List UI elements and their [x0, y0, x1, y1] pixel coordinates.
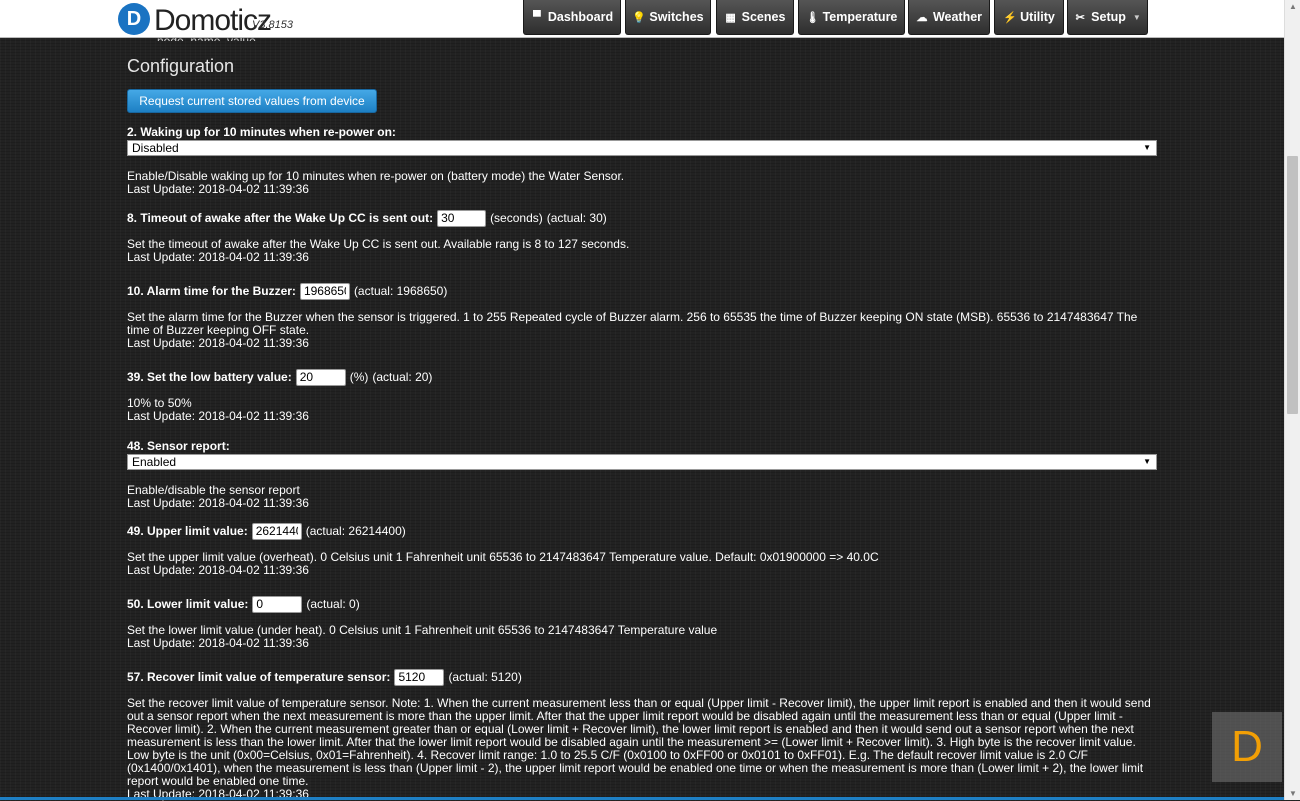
param-label: 8. Timeout of awake after the Wake Up CC…: [127, 210, 434, 225]
param-actual: (actual: 0): [306, 596, 360, 611]
last-update: Last Update: 2018-04-02 11:39:36: [127, 182, 309, 196]
nav-label: Temperature: [822, 10, 898, 24]
lower-limit-input[interactable]: [252, 595, 303, 613]
buzzer-alarm-input[interactable]: [299, 282, 350, 300]
logo-icon: D: [118, 3, 150, 35]
cloud-icon: ☁: [916, 11, 928, 24]
scroll-up-icon[interactable]: ▲: [1285, 2, 1300, 11]
top-bar: D Domoticz V3.8153 ▀ Dashboard 💡 Switche…: [0, 0, 1284, 38]
nav-label: Scenes: [741, 10, 786, 24]
partial-hidden-text: node_name_value: [157, 38, 256, 41]
last-update: Last Update: 2018-04-02 11:39:36: [127, 636, 309, 650]
thermometer-icon: 🌡: [805, 11, 820, 24]
param-unit: (%): [349, 369, 369, 384]
waking-up-select[interactable]: Disabled ▼: [127, 140, 1157, 156]
last-update: Last Update: 2018-04-02 11:39:36: [127, 563, 309, 577]
nav-label: Dashboard: [547, 10, 614, 24]
low-battery-input[interactable]: [295, 368, 346, 386]
param-39: 39. Set the low battery value: (%) (actu…: [127, 367, 1159, 423]
param-actual: (actual: 30): [546, 210, 607, 225]
version-label: V3.8153: [252, 19, 293, 31]
last-update: Last Update: 2018-04-02 11:39:36: [127, 336, 309, 350]
last-update: Last Update: 2018-04-02 11:39:36: [127, 409, 309, 423]
lightbulb-icon: 💡: [632, 11, 647, 24]
param-2: 2. Waking up for 10 minutes when re-powe…: [127, 126, 1159, 196]
recover-limit-input[interactable]: [394, 668, 445, 686]
param-label: 57. Recover limit value of temperature s…: [127, 669, 391, 684]
nav-label: Utility: [1020, 10, 1055, 24]
param-actual: (actual: 26214400): [305, 523, 406, 538]
param-actual: (actual: 20): [372, 369, 433, 384]
last-update: Last Update: 2018-04-02 11:39:36: [127, 496, 309, 510]
sensor-report-select[interactable]: Enabled ▼: [127, 454, 1157, 470]
configuration-heading: Configuration: [127, 56, 235, 76]
param-label: 49. Upper limit value:: [127, 523, 248, 538]
nav-utility[interactable]: ⚡ Utility: [994, 0, 1064, 35]
wakeup-timeout-input[interactable]: [437, 209, 487, 227]
nav-setup[interactable]: ✂ Setup ▼: [1067, 0, 1148, 35]
select-value: Disabled: [132, 141, 179, 155]
upper-limit-input[interactable]: [251, 522, 302, 540]
nav-label: Weather: [932, 10, 983, 24]
request-values-button[interactable]: Request current stored values from devic…: [127, 89, 377, 113]
param-actual: (actual: 1968650): [353, 283, 448, 298]
last-update: Last Update: 2018-04-02 11:39:36: [127, 250, 309, 264]
overlay-badge[interactable]: D: [1212, 712, 1282, 782]
param-label: 10. Alarm time for the Buzzer:: [127, 283, 296, 298]
param-label: 48. Sensor report:: [127, 439, 230, 453]
nav-label: Switches: [649, 10, 704, 24]
chevron-down-icon: ▼: [1132, 12, 1141, 22]
nav-switches[interactable]: 💡 Switches: [625, 0, 711, 35]
param-description: Set the recover limit value of temperatu…: [127, 696, 1151, 788]
monitor-icon: ▀: [532, 11, 541, 23]
param-actual: (actual: 5120): [448, 669, 522, 684]
vertical-scrollbar[interactable]: ▲ ▼: [1284, 0, 1300, 800]
nav-weather[interactable]: ☁ Weather: [908, 0, 990, 35]
chevron-down-icon: ▼: [1143, 143, 1151, 152]
param-50: 50. Lower limit value: (actual: 0) Set t…: [127, 594, 1159, 650]
param-8: 8. Timeout of awake after the Wake Up CC…: [127, 208, 1159, 264]
chevron-down-icon: ▼: [1143, 457, 1151, 466]
scenes-icon: ▦: [725, 11, 736, 24]
param-label: 39. Set the low battery value:: [127, 369, 292, 384]
nav-label: Setup: [1091, 10, 1126, 24]
param-10: 10. Alarm time for the Buzzer: (actual: …: [127, 281, 1159, 350]
scroll-down-icon[interactable]: ▼: [1285, 789, 1300, 798]
nav-scenes[interactable]: ▦ Scenes: [716, 0, 794, 35]
tools-icon: ✂: [1075, 11, 1085, 24]
nav-dashboard[interactable]: ▀ Dashboard: [523, 0, 621, 35]
select-value: Enabled: [132, 455, 177, 469]
utility-icon: ⚡: [1003, 11, 1017, 24]
param-label: 50. Lower limit value:: [127, 596, 249, 611]
nav-temperature[interactable]: 🌡 Temperature: [798, 0, 905, 35]
param-label: 2. Waking up for 10 minutes when re-powe…: [127, 125, 396, 139]
param-unit: (seconds): [490, 210, 543, 225]
scrollbar-thumb[interactable]: [1287, 156, 1298, 414]
param-description: Set the alarm time for the Buzzer when t…: [127, 310, 1138, 337]
param-48: 48. Sensor report: Enabled ▼ Enable/disa…: [127, 440, 1159, 510]
param-49: 49. Upper limit value: (actual: 26214400…: [127, 521, 1159, 577]
param-57: 57. Recover limit value of temperature s…: [127, 667, 1159, 801]
